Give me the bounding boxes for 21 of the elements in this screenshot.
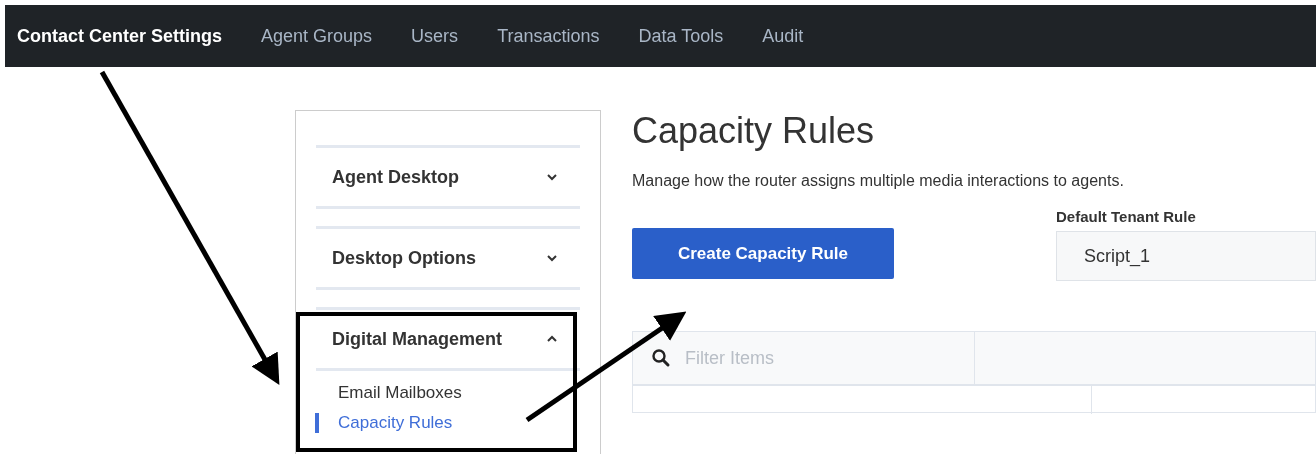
sidebar-link[interactable]: Capacity Rules <box>315 413 580 433</box>
nav-link[interactable]: Audit <box>762 25 804 47</box>
search-icon <box>651 348 671 368</box>
page-description: Manage how the router assigns multiple media interactions to agents. <box>632 172 1125 190</box>
section-header[interactable]: Agent Desktop <box>316 148 580 209</box>
sidebar-link[interactable]: Email Mailboxes <box>315 383 580 403</box>
create-button[interactable]: Create Capacity Rule <box>632 228 894 279</box>
page-title: Capacity Rules <box>632 110 876 153</box>
chevron-down-icon <box>546 173 558 181</box>
app-title[interactable]: Contact Center Settings <box>17 25 223 47</box>
field-label: Default Tenant Rule <box>1056 208 1197 225</box>
nav-link[interactable]: Users <box>411 25 459 47</box>
section-header[interactable]: Desktop Options <box>316 229 580 290</box>
section-header[interactable]: Digital Management <box>316 310 580 371</box>
chevron-up-icon <box>546 335 558 343</box>
filter-field[interactable]: Filter Items <box>683 346 947 370</box>
chevron-down-icon <box>546 254 558 262</box>
nav-link[interactable]: Agent Groups <box>261 25 373 47</box>
nav-link[interactable]: Transactions <box>497 25 600 47</box>
nav-link[interactable]: Data Tools <box>638 25 724 47</box>
rule-select[interactable]: Script_1 <box>1056 231 1316 281</box>
